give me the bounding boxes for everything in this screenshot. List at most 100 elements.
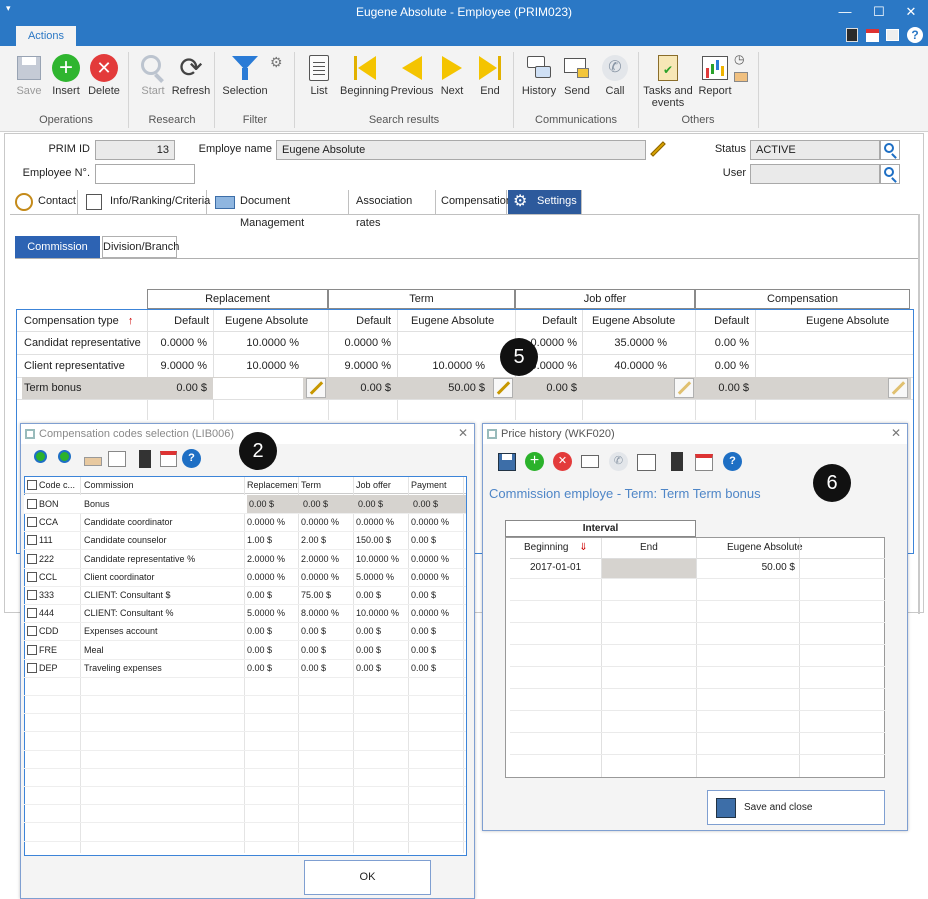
help-icon[interactable]: ? bbox=[723, 452, 743, 472]
code-row[interactable]: FRE Meal 0.00 $ 0.00 $ 0.00 $ 0.00 $ bbox=[24, 641, 466, 659]
status-search-icon[interactable] bbox=[880, 140, 900, 160]
column-header-person[interactable]: Eugene Absolute bbox=[727, 538, 803, 558]
report-chart-icon[interactable] bbox=[637, 452, 657, 472]
row-checkbox[interactable] bbox=[27, 626, 37, 637]
column-header-commission[interactable]: Commission bbox=[84, 476, 234, 494]
pencil-icon[interactable] bbox=[648, 140, 666, 158]
clock-icon[interactable]: ◷ bbox=[734, 52, 744, 66]
code-row[interactable]: CCL Client coordinator 0.0000 % 0.0000 % 5.0… bbox=[24, 568, 466, 586]
tab-actions[interactable]: Actions bbox=[16, 26, 76, 46]
help-icon[interactable]: ? bbox=[182, 449, 202, 469]
selection-button[interactable]: Selection bbox=[218, 54, 272, 97]
tray-icon[interactable] bbox=[734, 72, 748, 82]
code-row[interactable]: CDD Expenses account 0.00 $ 0.00 $ 0.00 $ 0.0… bbox=[24, 622, 466, 640]
row-checkbox[interactable] bbox=[27, 517, 37, 528]
column-header-term[interactable]: Term bbox=[301, 476, 353, 494]
phone-icon[interactable]: ✆ bbox=[609, 452, 629, 472]
report-button[interactable]: Report bbox=[692, 54, 738, 97]
tab-info-ranking-criteria[interactable]: Info/Ranking/Criteria bbox=[82, 190, 210, 214]
help-icon[interactable]: ? bbox=[907, 27, 923, 43]
code-row[interactable]: CCA Candidate coordinator 0.0000 % 0.0000 %… bbox=[24, 513, 466, 531]
save-and-close-button[interactable]: Save and close bbox=[707, 790, 885, 825]
subtab-commission-rates[interactable]: Commission rates bbox=[15, 236, 100, 273]
column-header-code[interactable]: Code c... bbox=[39, 476, 79, 494]
scrollbar[interactable] bbox=[918, 214, 920, 614]
tab-contact[interactable]: Contact bbox=[12, 190, 78, 214]
row-checkbox[interactable] bbox=[27, 644, 37, 655]
price-row-value[interactable]: 50.00 $ bbox=[700, 558, 795, 578]
employee-name-field[interactable]: Eugene Absolute bbox=[276, 140, 646, 160]
code-row[interactable]: 222 Candidate representative % 2.0000 % 2.0… bbox=[24, 550, 466, 568]
row-checkbox[interactable] bbox=[27, 535, 37, 546]
status-field[interactable]: ACTIVE bbox=[750, 140, 880, 160]
user-field[interactable] bbox=[750, 164, 880, 184]
row-checkbox[interactable] bbox=[27, 499, 37, 509]
user-search-icon[interactable] bbox=[880, 164, 900, 184]
rate-cell[interactable]: 35.0000 % bbox=[582, 332, 667, 354]
tab-settings[interactable]: ⚙ Settings bbox=[508, 190, 582, 214]
rate-cell[interactable]: 10.0000 % bbox=[397, 355, 485, 377]
printer-icon[interactable] bbox=[886, 29, 899, 41]
delete-icon[interactable]: ✕ bbox=[553, 452, 573, 472]
delete-button[interactable]: ✕ Delete bbox=[81, 54, 127, 97]
row-checkbox[interactable] bbox=[27, 590, 37, 600]
close-icon[interactable]: ✕ bbox=[458, 426, 468, 440]
column-header-beginning[interactable]: Beginning ⇓ bbox=[524, 538, 588, 558]
column-header-compensation-type[interactable]: Compensation type ↑ bbox=[24, 310, 133, 332]
subtab-division-branch[interactable]: Division/Branch bbox=[102, 236, 179, 258]
price-row-beginning[interactable]: 2017-01-01 bbox=[530, 558, 581, 578]
minimize-icon[interactable]: — bbox=[830, 2, 860, 22]
column-header-job-offer[interactable]: Job offer bbox=[356, 476, 408, 494]
column-header-replacement[interactable]: Replacement bbox=[247, 476, 299, 494]
end-date-cell[interactable] bbox=[602, 559, 696, 578]
row-checkbox[interactable] bbox=[27, 662, 37, 673]
search-next-icon[interactable] bbox=[57, 449, 77, 469]
calendar-icon[interactable] bbox=[866, 29, 879, 42]
calendar-icon[interactable] bbox=[159, 449, 179, 469]
tab-association-rates[interactable]: Association rates bbox=[352, 190, 436, 229]
add-icon[interactable]: + bbox=[525, 452, 545, 472]
column-header-payment[interactable]: Payment bbox=[411, 476, 463, 494]
code-row[interactable]: BON Bonus 0.00 $0.00 $0.00 $0.00 $ bbox=[24, 495, 466, 513]
tab-document-management[interactable]: Document Management bbox=[211, 190, 349, 229]
edit-pencil-icon[interactable] bbox=[306, 378, 326, 398]
code-row[interactable]: 111 Candidate counselor 1.00 $ 2.00 $ 150.00… bbox=[24, 531, 466, 549]
code-row[interactable]: 444 CLIENT: Consultant % 5.0000 % 8.0000 % 1… bbox=[24, 604, 466, 622]
row-checkbox[interactable] bbox=[27, 553, 37, 564]
row-checkbox[interactable] bbox=[27, 608, 37, 619]
code-row[interactable]: 333 CLIENT: Consultant $ 0.00 $ 75.00 $ 0.00… bbox=[24, 586, 466, 604]
select-all-checkbox[interactable] bbox=[27, 480, 37, 490]
search-icon[interactable] bbox=[33, 449, 53, 469]
calculator-icon[interactable] bbox=[667, 452, 687, 472]
gear-icon[interactable]: ⚙ bbox=[270, 54, 283, 71]
empty-cell[interactable] bbox=[582, 378, 672, 399]
row-checkbox[interactable] bbox=[27, 571, 37, 582]
rate-cell[interactable]: 10.0000 % bbox=[213, 355, 299, 377]
edit-pencil-icon[interactable] bbox=[888, 378, 908, 398]
maximize-icon[interactable]: ☐ bbox=[864, 2, 894, 22]
calculator-icon[interactable] bbox=[135, 449, 155, 469]
tasks-and-events-button[interactable]: ✔ Tasks and events bbox=[642, 54, 694, 109]
list-button[interactable]: List bbox=[296, 54, 342, 97]
call-button[interactable]: ✆ Call bbox=[592, 54, 638, 97]
employee-no-field[interactable] bbox=[95, 164, 195, 184]
save-icon[interactable] bbox=[497, 452, 517, 472]
close-icon[interactable]: ✕ bbox=[896, 2, 926, 22]
prim-id-field[interactable]: 13 bbox=[95, 140, 175, 160]
report-chart-icon[interactable] bbox=[107, 449, 127, 469]
rate-cell[interactable]: 50.00 $ bbox=[397, 377, 485, 399]
rate-cell[interactable]: 40.0000 % bbox=[582, 355, 667, 377]
code-row[interactable]: DEP Traveling expenses 0.00 $ 0.00 $ 0.00 $ 0… bbox=[24, 659, 466, 677]
calculator-icon[interactable] bbox=[846, 28, 858, 42]
empty-cell[interactable] bbox=[213, 378, 303, 399]
tab-compensation[interactable]: Compensation bbox=[437, 190, 512, 214]
calendar-icon[interactable] bbox=[695, 452, 715, 472]
close-icon[interactable]: ✕ bbox=[891, 426, 901, 440]
end-button[interactable]: End bbox=[467, 54, 513, 97]
refresh-button[interactable]: ⟳ Refresh bbox=[168, 54, 214, 98]
edit-pencil-icon[interactable] bbox=[674, 378, 694, 398]
column-header-end[interactable]: End bbox=[640, 538, 658, 558]
envelope-icon[interactable] bbox=[581, 452, 601, 472]
ok-button[interactable]: OK bbox=[304, 860, 431, 895]
rate-cell[interactable]: 10.0000 % bbox=[213, 332, 299, 354]
